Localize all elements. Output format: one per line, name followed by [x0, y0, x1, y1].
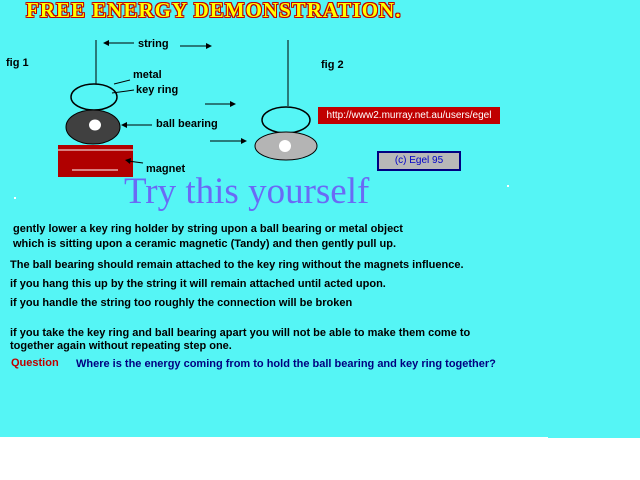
page-background-strip [548, 437, 640, 438]
string-arrow-right-head [206, 43, 212, 49]
ball-bearing-label: ball bearing [156, 118, 218, 130]
instruction-line: The ball bearing should remain attached … [10, 259, 464, 271]
headline: Try this yourself [124, 171, 370, 212]
instruction-line: gently lower a key ring holder by string… [13, 223, 403, 235]
fig2-arrow-lower-head [241, 138, 247, 144]
decorative-dot [507, 185, 509, 187]
string-label: string [138, 38, 169, 50]
question-label: Question [11, 357, 59, 369]
fig1-label: fig 1 [6, 57, 29, 69]
fig1-key-ring [70, 83, 118, 111]
decorative-dot [14, 197, 16, 199]
string-arrow-left-head [103, 40, 109, 46]
fig2-label: fig 2 [321, 59, 344, 71]
copyright-badge: (c) Egel 95 [377, 151, 461, 171]
key-ring-label: key ring [136, 84, 179, 96]
fig2-key-ring [261, 106, 311, 134]
website-link[interactable]: http://www2.murray.net.au/users/egel [318, 107, 500, 124]
ball-bearing-arrow-head [121, 122, 127, 128]
fig1-ball-highlight [89, 119, 101, 131]
instruction-line: if you take the key ring and ball bearin… [10, 327, 471, 339]
metal-arrow [113, 79, 131, 85]
metal-label: metal [133, 69, 162, 81]
instruction-line: which is sitting upon a ceramic magnetic… [13, 238, 397, 250]
instruction-line: if you hang this up by the string it wil… [10, 278, 386, 290]
fig2-ball-highlight [279, 140, 291, 152]
instruction-line: together again without repeating step on… [10, 340, 232, 352]
fig2-arrow-upper-head [230, 101, 236, 107]
question-text: Where is the energy coming from to hold … [76, 358, 496, 370]
instruction-line: if you handle the string too roughly the… [10, 297, 353, 309]
